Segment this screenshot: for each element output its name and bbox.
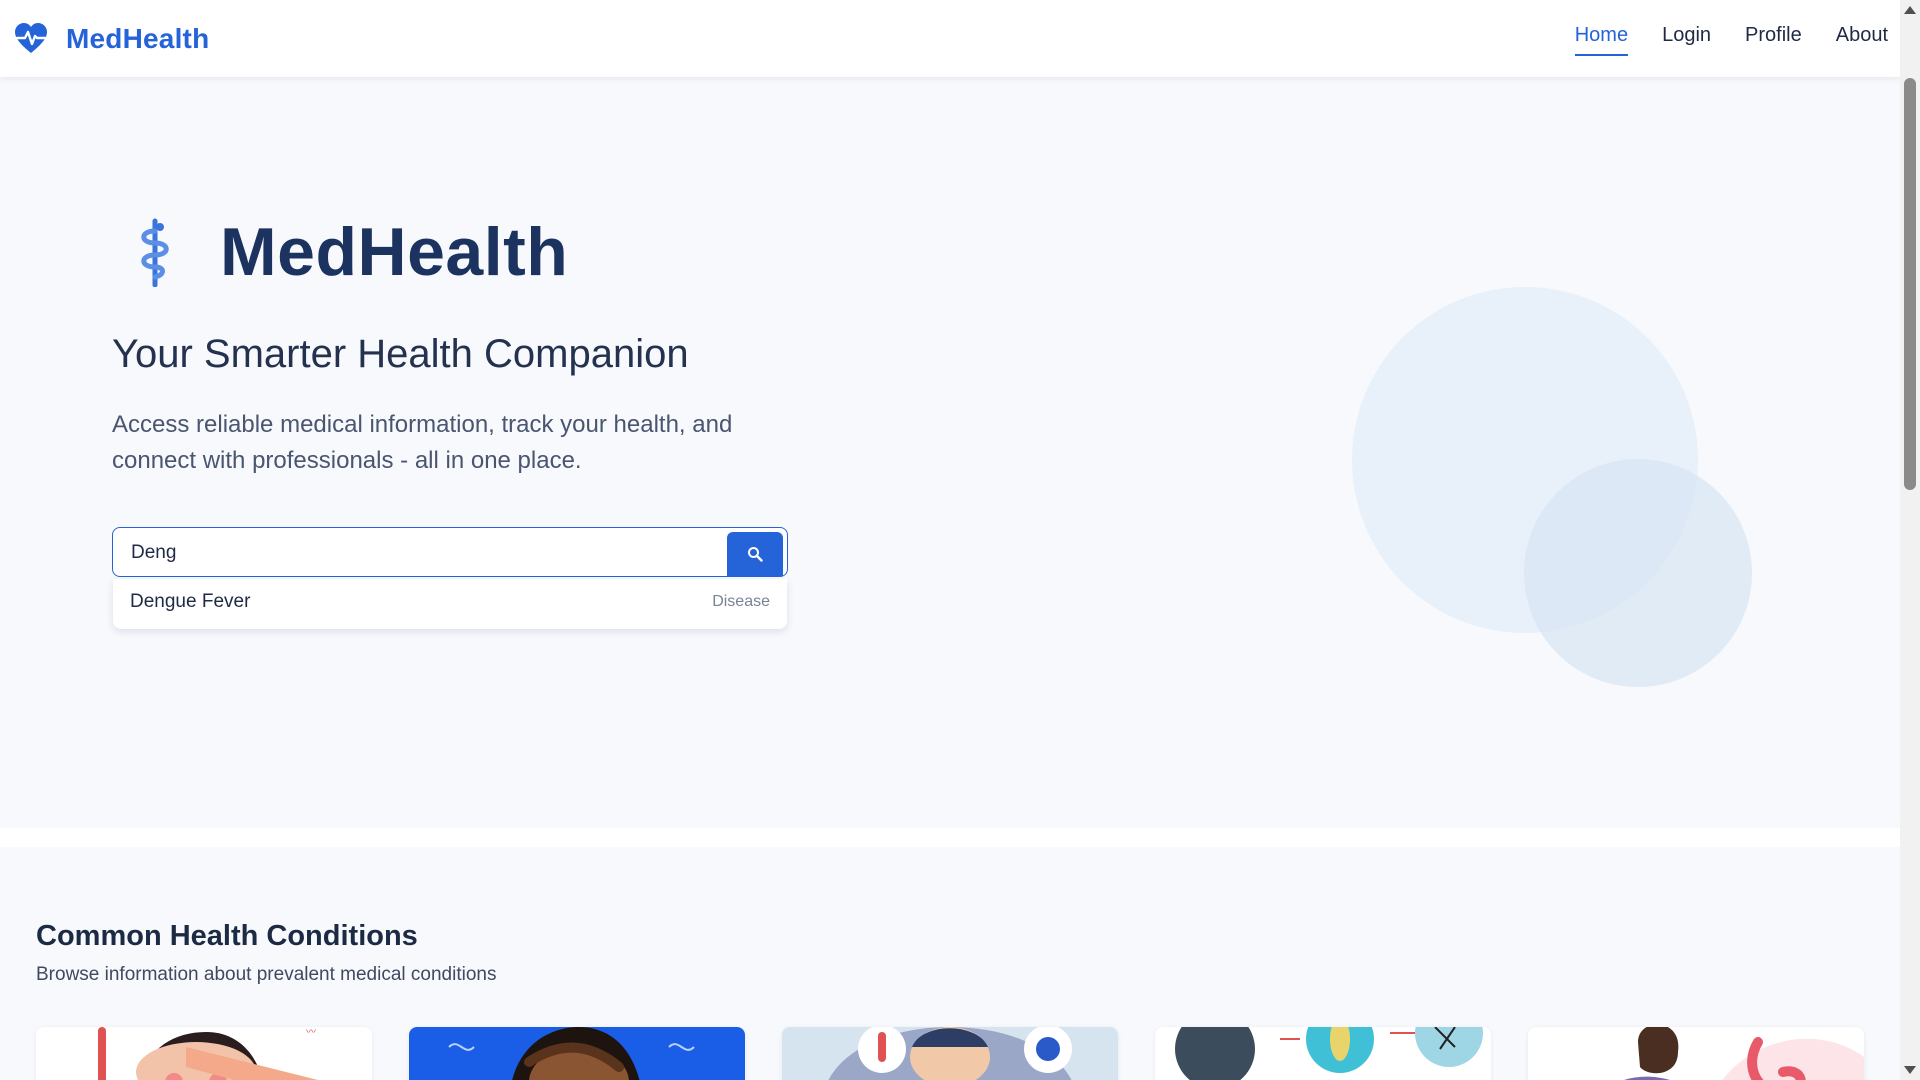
decorative-circle-small bbox=[1524, 459, 1752, 687]
condition-card-flu[interactable] bbox=[782, 1027, 1118, 1080]
suggestion-name: Dengue Fever bbox=[130, 591, 251, 612]
condition-card-headache[interactable] bbox=[409, 1027, 745, 1080]
scroll-down-arrow-icon[interactable] bbox=[1904, 1066, 1916, 1074]
search-input[interactable] bbox=[129, 528, 693, 577]
page-scrollbar[interactable] bbox=[1900, 0, 1920, 1080]
hero-title: MedHealth bbox=[220, 214, 569, 290]
section-divider bbox=[0, 828, 1900, 847]
suggestion-type: Disease bbox=[712, 593, 770, 610]
heart-pulse-icon bbox=[15, 23, 47, 53]
search-box bbox=[112, 527, 788, 577]
hero-logo: MedHealth bbox=[130, 212, 568, 292]
scroll-up-arrow-icon[interactable] bbox=[1904, 6, 1916, 14]
fever-illustration: 〰 bbox=[36, 1027, 372, 1080]
hero-section: MedHealth Your Smarter Health Companion … bbox=[0, 77, 1900, 828]
nav-item-home[interactable]: Home bbox=[1574, 22, 1629, 56]
brand-name: MedHealth bbox=[66, 23, 210, 54]
hero-subtitle: Your Smarter Health Companion bbox=[112, 332, 689, 376]
conditions-section: Common Health Conditions Browse informat… bbox=[0, 847, 1900, 1080]
mosquito-lifecycle-illustration bbox=[1155, 1027, 1491, 1080]
hero-description: Access reliable medical information, tra… bbox=[112, 411, 733, 474]
nav-links: Home Login Profile About bbox=[1574, 22, 1888, 56]
nav-item-login[interactable]: Login bbox=[1662, 22, 1711, 56]
search-suggestions: Dengue Fever Disease bbox=[113, 579, 787, 629]
conditions-title: Common Health Conditions bbox=[36, 920, 418, 952]
scrollbar-thumb[interactable] bbox=[1904, 78, 1916, 490]
brand-link[interactable]: MedHealth bbox=[14, 19, 209, 59]
search-button[interactable] bbox=[727, 532, 783, 576]
search-icon bbox=[748, 547, 763, 562]
conditions-subtitle: Browse information about prevalent medic… bbox=[36, 964, 497, 985]
condition-card-stomach[interactable] bbox=[1528, 1027, 1864, 1080]
svg-text:〰: 〰 bbox=[306, 1027, 316, 1038]
nav-item-profile[interactable]: Profile bbox=[1745, 22, 1802, 56]
suggestion-item[interactable]: Dengue Fever Disease bbox=[113, 579, 787, 629]
caduceus-icon bbox=[141, 218, 169, 287]
nav-item-about[interactable]: About bbox=[1836, 22, 1888, 56]
flu-virus-illustration bbox=[782, 1027, 1118, 1080]
condition-card-mosquito[interactable] bbox=[1155, 1027, 1491, 1080]
navbar: MedHealth Home Login Profile About bbox=[0, 0, 1900, 77]
condition-card-fever[interactable]: 〰 bbox=[36, 1027, 372, 1080]
headache-illustration bbox=[409, 1027, 745, 1080]
stomach-pain-illustration bbox=[1528, 1027, 1864, 1080]
